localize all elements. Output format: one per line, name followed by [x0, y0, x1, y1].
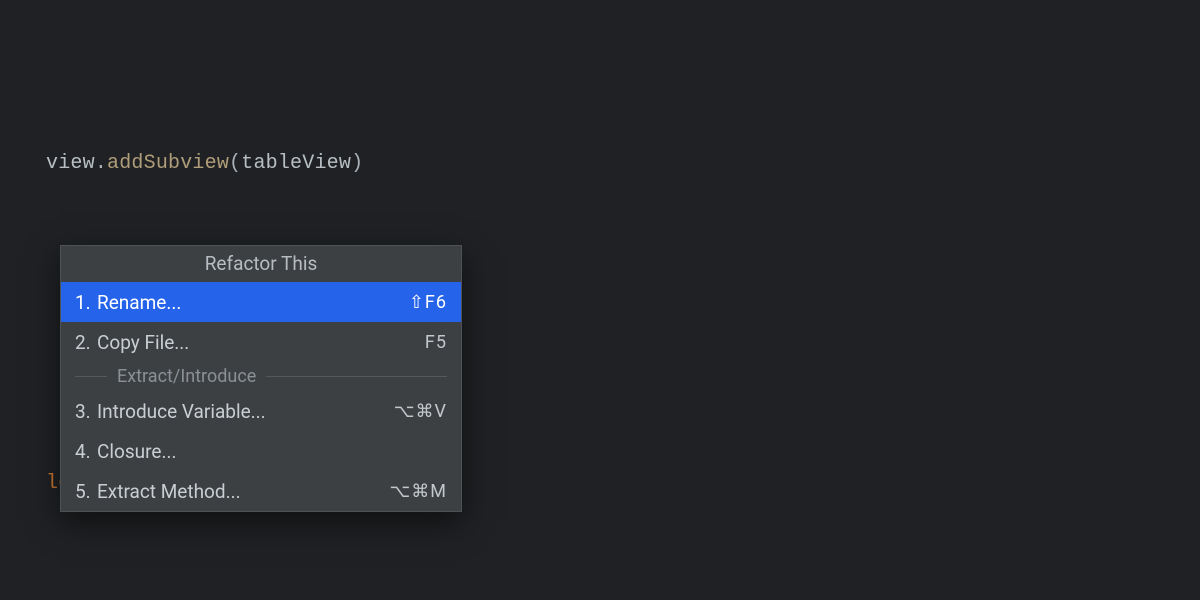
menu-item-index: 4.: [75, 440, 97, 463]
menu-item-index: 5.: [75, 480, 97, 503]
token-punct: ): [351, 144, 363, 184]
menu-item-shortcut: F5: [425, 332, 447, 353]
token-ident: view: [46, 144, 95, 184]
token-call: addSubview: [107, 144, 229, 184]
menu-item-copy-file[interactable]: 2.Copy File... F5: [61, 322, 461, 362]
menu-section-header: Extract/Introduce: [61, 362, 461, 391]
menu-item-closure[interactable]: 4.Closure...: [61, 431, 461, 471]
menu-item-shortcut: ⌥⌘M: [390, 481, 447, 502]
menu-item-label: Closure...: [97, 440, 176, 463]
token-punct: .: [95, 144, 107, 184]
menu-item-shortcut: ⌥⌘V: [394, 401, 447, 422]
menu-item-label: Introduce Variable...: [97, 400, 266, 423]
popup-title: Refactor This: [61, 246, 461, 282]
menu-item-label: Copy File...: [97, 331, 189, 354]
menu-item-label: Extract Method...: [97, 480, 241, 503]
menu-item-extract-method[interactable]: 5.Extract Method... ⌥⌘M: [61, 471, 461, 511]
menu-item-label: Rename...: [97, 291, 181, 314]
menu-item-index: 2.: [75, 331, 97, 354]
token-ident: tableView: [241, 144, 351, 184]
menu-item-shortcut: ⇧F6: [409, 292, 447, 313]
menu-item-index: 3.: [75, 400, 97, 423]
menu-item-rename[interactable]: 1.Rename... ⇧F6: [61, 282, 461, 322]
menu-item-index: 1.: [75, 291, 97, 314]
menu-section-label: Extract/Introduce: [117, 366, 256, 387]
menu-item-introduce-variable[interactable]: 3.Introduce Variable... ⌥⌘V: [61, 391, 461, 431]
code-line: view.addSubview(tableView): [46, 144, 1200, 184]
token-punct: (: [229, 144, 241, 184]
refactor-popup: Refactor This 1.Rename... ⇧F6 2.Copy Fil…: [60, 245, 462, 512]
